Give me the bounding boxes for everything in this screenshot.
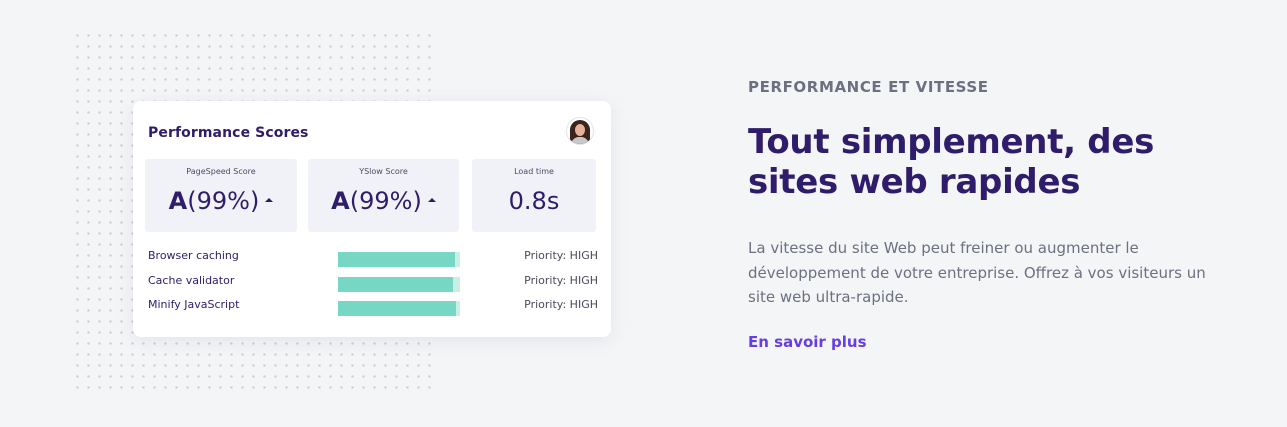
avatar bbox=[566, 117, 594, 145]
score-label: Load time bbox=[514, 167, 554, 176]
section-headline: Tout simplement, des sites web rapides bbox=[748, 122, 1155, 202]
feature-section: Performance Scores PageSpeed Score A(99%… bbox=[0, 0, 1287, 427]
metric-name: Browser caching bbox=[148, 249, 239, 262]
yslow-score-box: YSlow Score A(99%) bbox=[308, 159, 459, 232]
metric-row: Cache validator Priority: HIGH bbox=[148, 274, 598, 292]
metric-priority: Priority: HIGH bbox=[524, 274, 598, 287]
section-description: La vitesse du site Web peut freiner ou a… bbox=[748, 239, 1206, 306]
metric-row: Browser caching Priority: HIGH bbox=[148, 249, 598, 267]
metric-bar-track bbox=[338, 252, 460, 267]
load-time-box: Load time 0.8s bbox=[472, 159, 596, 232]
metric-bar-track bbox=[338, 277, 460, 292]
score-value: A(99%) bbox=[145, 187, 297, 215]
metric-bar-fill bbox=[338, 252, 456, 267]
metric-bar-fill bbox=[338, 277, 453, 292]
metric-name: Cache validator bbox=[148, 274, 235, 287]
pagespeed-score-box: PageSpeed Score A(99%) bbox=[145, 159, 297, 232]
card-title: Performance Scores bbox=[148, 125, 309, 141]
metric-name: Minify JavaScript bbox=[148, 298, 240, 311]
score-value: 0.8s bbox=[508, 187, 560, 215]
metric-priority: Priority: HIGH bbox=[524, 249, 598, 262]
score-label: PageSpeed Score bbox=[186, 167, 256, 176]
caret-up-icon bbox=[265, 198, 274, 202]
metric-row: Minify JavaScript Priority: HIGH bbox=[148, 298, 598, 316]
score-value: A(99%) bbox=[308, 187, 459, 215]
section-eyebrow: PERFORMANCE ET VITESSE bbox=[748, 78, 989, 96]
caret-up-icon bbox=[427, 198, 436, 202]
score-label: YSlow Score bbox=[359, 167, 408, 176]
metric-bar-fill bbox=[338, 301, 457, 316]
metric-bar-track bbox=[338, 301, 460, 316]
metric-priority: Priority: HIGH bbox=[524, 298, 598, 311]
learn-more-link[interactable]: En savoir plus bbox=[748, 333, 867, 351]
performance-card: Performance Scores PageSpeed Score A(99%… bbox=[133, 101, 611, 337]
